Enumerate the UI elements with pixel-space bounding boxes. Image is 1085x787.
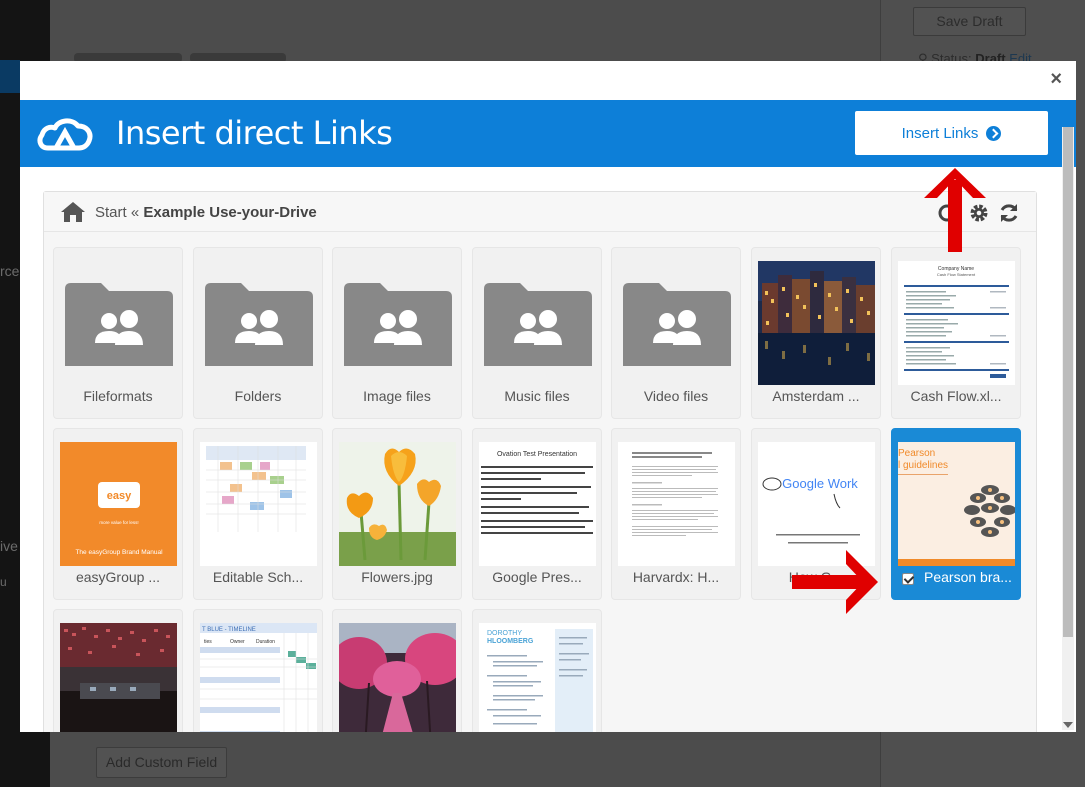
folder-tile[interactable]: Folders <box>193 247 323 419</box>
timeline-col3: Duration <box>256 639 275 645</box>
tile-label: Cash Flow.xl... <box>910 388 1002 404</box>
save-draft-button[interactable]: Save Draft <box>913 7 1026 36</box>
flowers-thumbnail <box>339 442 456 566</box>
file-tile[interactable]: Harvardx: H... <box>611 428 741 600</box>
file-browser: Start « Example Use-your-Drive Fileforma… <box>43 191 1037 732</box>
tile-label: Google Pres... <box>492 569 582 585</box>
easygroup-thumbnail: easy more value for less! The easyGroup … <box>60 442 177 566</box>
modal-title: Insert direct Links <box>116 114 393 152</box>
folder-tile[interactable]: Music files <box>472 247 602 419</box>
selected-checkbox[interactable] <box>902 573 914 585</box>
shared-folder-icon <box>65 283 173 366</box>
cloud-logo-icon <box>37 118 93 151</box>
tile-label: Folders <box>234 388 282 404</box>
tile-label: Editable Sch... <box>212 569 304 585</box>
file-tile[interactable]: Company Name Cash Flow Statement Cash Fl… <box>891 247 1021 419</box>
easy-tagline: more value for less! <box>99 520 138 525</box>
tile-label: Image files <box>363 388 431 404</box>
stadium-thumbnail <box>60 623 177 732</box>
resume-name2: HLOOMBERG <box>487 638 534 645</box>
admin-sidebar-fragment: rce <box>0 263 20 279</box>
file-tile[interactable]: Editable Sch... <box>193 428 323 600</box>
folder-tile[interactable]: Image files <box>332 247 462 419</box>
admin-sidebar-fragment: u <box>0 575 7 589</box>
scrollbar-thumb[interactable] <box>1063 127 1073 637</box>
tile-label: Pearson bra... <box>924 569 1012 585</box>
cashflow-subtitle: Cash Flow Statement <box>937 272 976 277</box>
breadcrumb-separator: « <box>126 204 144 221</box>
file-tile[interactable]: Flowers.jpg <box>332 428 462 600</box>
tile-label: Music files <box>504 388 570 404</box>
modal-header: Insert direct Links Insert Links <box>20 100 1076 167</box>
file-tile[interactable] <box>53 609 183 732</box>
breadcrumb: Start « Example Use-your-Drive <box>44 192 1036 232</box>
resume-thumbnail: DOROTHY HLOOMBERG <box>479 623 596 732</box>
insert-links-modal: × Insert direct Links Insert Links Start… <box>20 61 1076 732</box>
scroll-down-arrow-icon[interactable] <box>1063 722 1073 728</box>
refresh-icon[interactable] <box>998 202 1020 224</box>
shared-folder-icon <box>484 283 592 366</box>
tile-label: Fileformats <box>83 388 153 404</box>
tile-label: Video files <box>643 388 709 404</box>
easy-footer: The easyGroup Brand Manual <box>75 549 163 556</box>
tile-label: Flowers.jpg <box>361 569 433 585</box>
annotation-arrow-right-icon <box>792 550 878 614</box>
file-tile[interactable]: T BLUE - TIMELINE ties Owner Duration <box>193 609 323 732</box>
amsterdam-thumbnail <box>758 261 875 385</box>
resume-name1: DOROTHY <box>487 630 522 637</box>
close-icon[interactable]: × <box>1050 69 1062 89</box>
pearson-line2: l guidelines <box>898 460 948 471</box>
timeline-col2: Owner <box>230 639 245 645</box>
modal-scrollbar[interactable] <box>1062 127 1074 730</box>
home-icon[interactable] <box>60 201 86 223</box>
file-tile[interactable]: Amsterdam ... <box>751 247 881 419</box>
annotation-arrow-up-icon <box>924 168 986 252</box>
file-tile[interactable]: DOROTHY HLOOMBERG <box>472 609 602 732</box>
file-tile[interactable] <box>332 609 462 732</box>
google-work-text: Google Work <box>782 476 858 491</box>
google-presentation-thumbnail: Ovation Test Presentation <box>479 442 596 566</box>
tile-label: Harvardx: H... <box>632 569 720 585</box>
pearson-thumbnail: Pearson l guidelines <box>898 442 1015 566</box>
folder-tile[interactable]: Fileformats <box>53 247 183 419</box>
tile-label: Amsterdam ... <box>772 388 860 404</box>
timeline-col1: ties <box>204 639 212 645</box>
editable-schedule-thumbnail <box>200 442 317 566</box>
file-tile[interactable]: easy more value for less! The easyGroup … <box>53 428 183 600</box>
shared-folder-icon <box>623 283 731 366</box>
insert-links-button[interactable]: Insert Links <box>855 111 1048 155</box>
harvardx-thumbnail <box>618 442 735 566</box>
timeline-thumbnail: T BLUE - TIMELINE ties Owner Duration <box>200 623 317 732</box>
breadcrumb-path: Start « Example Use-your-Drive <box>95 204 317 221</box>
tile-label: easyGroup ... <box>75 569 161 585</box>
file-tile[interactable]: Ovation Test Presentation Google Pres... <box>472 428 602 600</box>
shared-folder-icon <box>205 283 313 366</box>
folder-tile[interactable]: Video files <box>611 247 741 419</box>
breadcrumb-current: Example Use-your-Drive <box>143 204 317 221</box>
add-custom-field-button[interactable]: Add Custom Field <box>96 747 227 778</box>
pink-trees-thumbnail <box>339 623 456 732</box>
file-tile-selected[interactable]: Pearson l guidelines Pearson bra... <box>891 428 1021 600</box>
arrow-right-circle-icon <box>986 125 1002 141</box>
easy-logo-text: easy <box>107 490 132 502</box>
breadcrumb-start[interactable]: Start <box>95 204 127 221</box>
shared-folder-icon <box>344 283 452 366</box>
admin-sidebar-active <box>0 60 20 93</box>
ovation-title: Ovation Test Presentation <box>497 451 577 458</box>
insert-links-label: Insert Links <box>901 124 979 142</box>
admin-sidebar-fragment: ive <box>0 538 18 554</box>
cash-flow-thumbnail: Company Name Cash Flow Statement <box>898 261 1015 385</box>
timeline-header: T BLUE - TIMELINE <box>202 627 256 633</box>
pearson-line1: Pearson <box>898 448 935 459</box>
